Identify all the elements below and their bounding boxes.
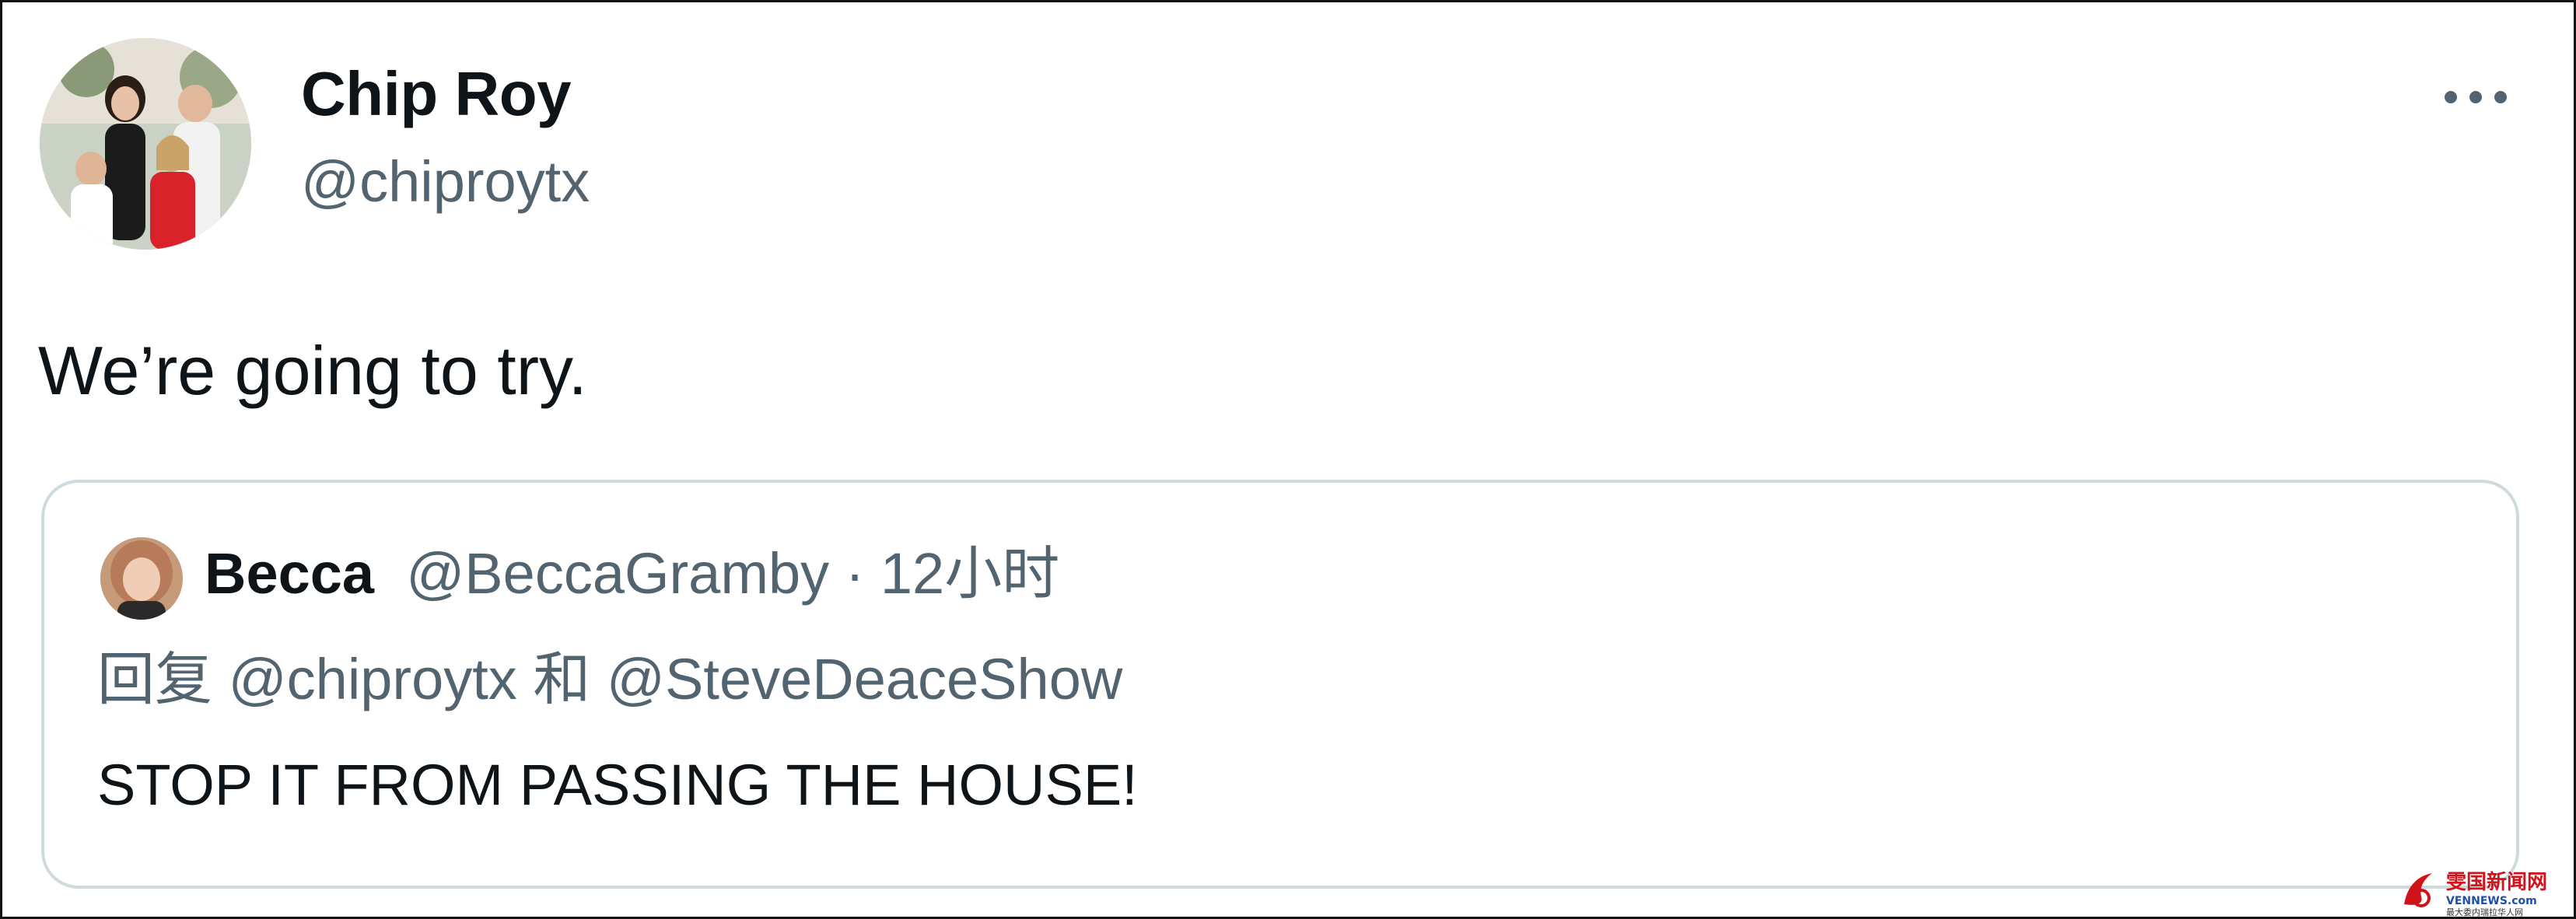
watermark-title: 雯国新闻网	[2445, 870, 2547, 894]
reply-context: 回复 @chiproytx 和 @SteveDeaceShow	[97, 651, 1122, 708]
author-name[interactable]: Chip Roy	[301, 63, 572, 125]
quoted-author-name[interactable]: Becca	[205, 541, 374, 606]
author-handle[interactable]: @chiproytx	[301, 153, 590, 211]
more-horizontal-icon	[2445, 91, 2507, 103]
watermark-site: VENNEWS.com	[2446, 895, 2537, 907]
quoted-tweet-text: STOP IT FROM PASSING THE HOUSE!	[97, 753, 1138, 817]
reply-prefix: 回复	[97, 647, 212, 711]
quoted-author-avatar[interactable]	[100, 537, 183, 620]
watermark-logo: 雯国新闻网 VENNEWS.com 最大委内瑞拉华人网	[2398, 865, 2574, 918]
tweet-text: We’re going to try.	[38, 332, 587, 409]
more-options-button[interactable]	[2429, 74, 2522, 121]
reply-joiner: 和	[533, 647, 591, 711]
quoted-tweet[interactable]: Becca @BeccaGramby · 12小时 回复 @chiproytx …	[41, 480, 2519, 889]
reply-mention-chiproytx[interactable]: @chiproytx	[229, 647, 517, 711]
reply-mention-stevedeaceshow[interactable]: @SteveDeaceShow	[607, 647, 1122, 711]
quoted-tweet-time[interactable]: 12小时	[880, 541, 1059, 606]
quoted-author-handle[interactable]: @BeccaGramby	[390, 541, 829, 606]
author-avatar[interactable]	[40, 38, 251, 250]
quoted-tweet-header: Becca @BeccaGramby · 12小时	[205, 545, 1059, 603]
watermark-tagline: 最大委内瑞拉华人网	[2446, 907, 2523, 917]
tweet-card: Chip Roy @chiproytx We’re going to try. …	[0, 0, 2576, 919]
meta-separator: ·	[829, 541, 880, 606]
